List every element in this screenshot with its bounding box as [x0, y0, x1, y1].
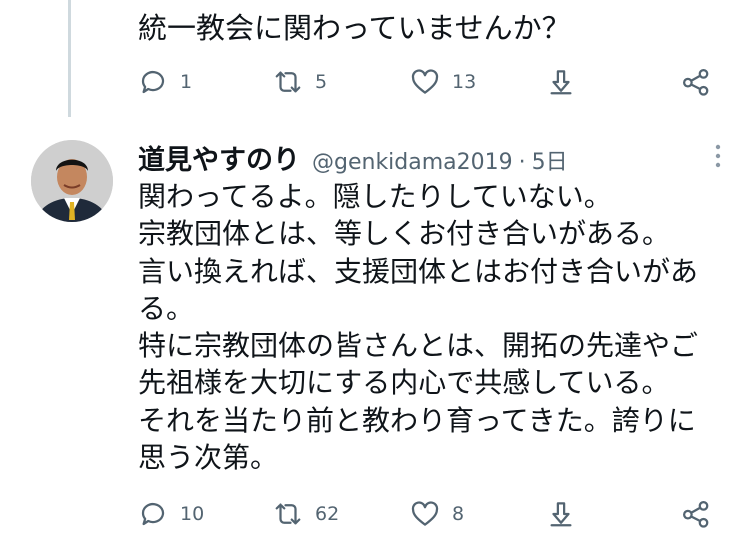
author-avatar[interactable]	[31, 140, 113, 222]
bookmark-button[interactable]	[546, 62, 576, 102]
share-icon	[683, 501, 709, 528]
like-icon	[411, 501, 439, 526]
reply-button[interactable]: 1	[138, 62, 192, 102]
tweet-body-line: 思う次第。	[138, 441, 279, 475]
retweet-button[interactable]: 5	[273, 62, 327, 102]
like-icon	[411, 69, 439, 94]
tweet-body-line: 特に宗教団体の皆さんとは、開拓の先達やご	[138, 329, 699, 363]
reply-icon	[141, 502, 165, 526]
tweet-body-line: 言い換えれば、支援団体とはお付き合いがあ	[138, 254, 699, 288]
reply-icon	[141, 70, 165, 94]
retweet-count: 5	[315, 71, 328, 93]
tweet-timestamp[interactable]: 5日	[532, 144, 568, 176]
retweet-count: 62	[315, 503, 340, 525]
like-count: 8	[452, 503, 465, 525]
tweet-header: 道見やすのり @genkidama2019 · 5日	[138, 138, 568, 178]
reply-tweet-actions: 10 62 8	[138, 494, 718, 534]
thread-connector-line	[68, 0, 71, 117]
header-separator: ·	[518, 150, 526, 175]
reply-count: 10	[180, 503, 205, 525]
author-name[interactable]: 道見やすのり	[138, 138, 300, 177]
tweet-body-line: それを当たり前と教わり育ってきた。誇りに	[138, 403, 696, 437]
tweet-body-line: 関わってるよ。隠したりしていない。	[138, 180, 612, 213]
bookmark-down-icon	[550, 502, 572, 527]
retweet-icon	[275, 71, 301, 93]
bookmark-button[interactable]	[546, 494, 576, 534]
parent-tweet-text: 統一教会に関わっていませんか？	[138, 11, 571, 45]
bookmark-down-icon	[550, 70, 572, 95]
retweet-icon	[275, 503, 301, 525]
share-icon	[683, 69, 709, 96]
reply-button[interactable]: 10	[138, 494, 204, 534]
tweet-body: 関わってるよ。隠したりしていない。 宗教団体とは、等しくお付き合いがある。 言い…	[138, 178, 728, 476]
reply-count: 1	[180, 71, 193, 93]
retweet-button[interactable]: 62	[273, 494, 339, 534]
like-count: 13	[452, 71, 477, 93]
like-button[interactable]: 13	[410, 62, 476, 102]
tweet-body-line: 先祖様を大切にする内心で共感している。	[138, 366, 670, 400]
more-icon[interactable]	[712, 142, 724, 170]
share-button[interactable]	[681, 494, 711, 534]
tweet-body-line: 宗教団体とは、等しくお付き合いがある。	[138, 217, 671, 251]
like-button[interactable]: 8	[410, 494, 464, 534]
avatar-photo	[31, 140, 113, 222]
tweet-body-line: る。	[138, 291, 195, 325]
author-handle[interactable]: @genkidama2019	[312, 150, 513, 175]
share-button[interactable]	[681, 62, 711, 102]
parent-tweet-actions: 1 5 13	[138, 62, 718, 102]
